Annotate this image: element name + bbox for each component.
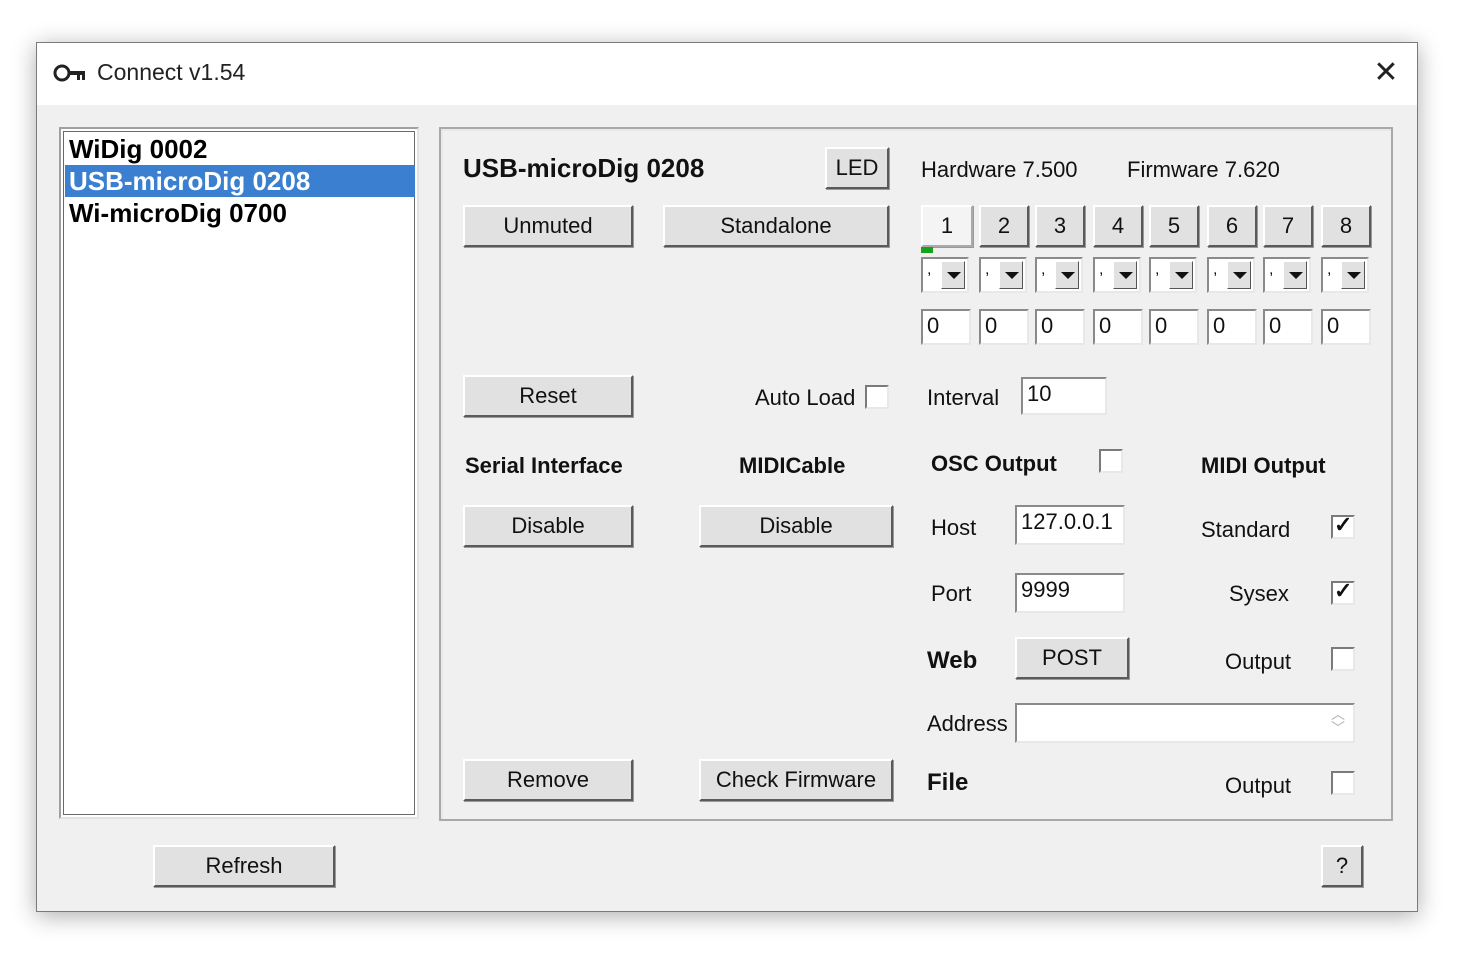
post-button[interactable]: POST xyxy=(1015,637,1129,679)
check-mark-icon: ✓ xyxy=(1334,512,1353,537)
input-type-select-3[interactable]: , xyxy=(1035,257,1083,293)
port-label: Port xyxy=(931,581,972,606)
list-item[interactable]: Wi-microDig 0700 xyxy=(65,197,415,229)
address-field[interactable]: ︿ ﹀ xyxy=(1015,703,1355,743)
osc-output-checkbox[interactable] xyxy=(1099,449,1123,473)
spinner-icon[interactable]: ︿ ﹀ xyxy=(1325,707,1351,739)
serial-interface-heading: Serial Interface xyxy=(465,453,623,478)
list-item-selected[interactable]: USB-microDig 0208 xyxy=(65,165,415,197)
check-mark-icon: ✓ xyxy=(1334,578,1353,603)
unmuted-button[interactable]: Unmuted xyxy=(463,205,633,247)
interval-field[interactable]: 10 xyxy=(1021,377,1107,415)
input-type-select-4[interactable]: , xyxy=(1093,257,1141,293)
standalone-button[interactable]: Standalone xyxy=(663,205,889,247)
chevron-down-icon[interactable] xyxy=(1055,261,1079,289)
interval-label: Interval xyxy=(927,385,1000,410)
file-output-checkbox[interactable] xyxy=(1331,771,1355,795)
input-tab-1[interactable]: 1 xyxy=(921,205,973,247)
chevron-down-icon[interactable] xyxy=(1227,261,1251,289)
device-name: USB-microDig 0208 xyxy=(463,153,705,183)
input-type-select-1[interactable]: , xyxy=(921,257,969,293)
input-tab-2[interactable]: 2 xyxy=(979,205,1029,247)
host-label: Host xyxy=(931,515,977,540)
midi-output-checkbox[interactable] xyxy=(1331,647,1355,671)
input-type-select-7[interactable]: , xyxy=(1263,257,1311,293)
midi-output-heading: MIDI Output xyxy=(1201,453,1326,478)
input-tab-6[interactable]: 6 xyxy=(1207,205,1257,247)
close-icon[interactable]: ✕ xyxy=(1363,51,1409,97)
chevron-down-icon[interactable] xyxy=(1169,261,1193,289)
input-value-field-1[interactable]: 0 xyxy=(921,309,971,345)
check-firmware-button[interactable]: Check Firmware xyxy=(699,759,893,801)
help-button[interactable]: ? xyxy=(1321,845,1363,887)
input-tab-8[interactable]: 8 xyxy=(1321,205,1371,247)
input-value-field-2[interactable]: 0 xyxy=(979,309,1029,345)
sysex-checkbox[interactable]: ✓ xyxy=(1331,578,1355,605)
input-value-field-6[interactable]: 0 xyxy=(1207,309,1257,345)
auto-load-checkbox[interactable] xyxy=(865,385,889,409)
sysex-label: Sysex xyxy=(1229,581,1289,606)
list-item[interactable]: WiDig 0002 xyxy=(65,133,415,165)
remove-button[interactable]: Remove xyxy=(463,759,633,801)
input-value-field-7[interactable]: 0 xyxy=(1263,309,1313,345)
osc-output-heading: OSC Output xyxy=(931,451,1057,476)
chevron-down-icon[interactable] xyxy=(941,261,965,289)
auto-load-label: Auto Load xyxy=(755,385,856,410)
input-type-select-6[interactable]: , xyxy=(1207,257,1255,293)
midi-output-label: Output xyxy=(1225,649,1292,674)
active-indicator xyxy=(921,247,933,253)
reset-button[interactable]: Reset xyxy=(463,375,633,417)
device-settings-panel: USB-microDig 0208 LED Hardware 7.500 Fir… xyxy=(439,127,1393,821)
connect-window: Connect v1.54 ✕ WiDig 0002 USB-microDig … xyxy=(36,42,1418,912)
input-tab-3[interactable]: 3 xyxy=(1035,205,1085,247)
input-tab-4[interactable]: 4 xyxy=(1093,205,1143,247)
chevron-down-icon[interactable] xyxy=(1341,261,1365,289)
input-value-field-4[interactable]: 0 xyxy=(1093,309,1143,345)
window-title: Connect v1.54 xyxy=(97,59,246,85)
input-value-field-8[interactable]: 0 xyxy=(1321,309,1371,345)
input-type-select-8[interactable]: , xyxy=(1321,257,1369,293)
hardware-version: Hardware 7.500 xyxy=(921,157,1078,182)
device-list[interactable]: WiDig 0002 USB-microDig 0208 Wi-microDig… xyxy=(59,127,419,819)
host-field[interactable]: 127.0.0.1 xyxy=(1015,505,1125,545)
led-button[interactable]: LED xyxy=(825,147,889,189)
firmware-version: Firmware 7.620 xyxy=(1127,157,1280,182)
input-value-field-3[interactable]: 0 xyxy=(1035,309,1085,345)
input-tab-7[interactable]: 7 xyxy=(1263,205,1313,247)
chevron-down-icon[interactable] xyxy=(1113,261,1137,289)
port-field[interactable]: 9999 xyxy=(1015,573,1125,613)
address-label: Address xyxy=(927,711,1008,736)
file-output-label: Output xyxy=(1225,773,1292,798)
input-type-select-2[interactable]: , xyxy=(979,257,1027,293)
midicable-heading: MIDICable xyxy=(739,453,846,478)
input-type-select-5[interactable]: , xyxy=(1149,257,1197,293)
chevron-down-icon[interactable] xyxy=(1283,261,1307,289)
web-heading: Web xyxy=(927,647,978,674)
midicable-disable-button[interactable]: Disable xyxy=(699,505,893,547)
standard-checkbox[interactable]: ✓ xyxy=(1331,512,1355,539)
file-heading: File xyxy=(927,769,969,796)
serial-disable-button[interactable]: Disable xyxy=(463,505,633,547)
chevron-down-icon[interactable] xyxy=(999,261,1023,289)
key-icon xyxy=(53,64,85,82)
refresh-button[interactable]: Refresh xyxy=(153,845,335,887)
title-bar[interactable]: Connect v1.54 ✕ xyxy=(37,43,1417,105)
input-tab-5[interactable]: 5 xyxy=(1149,205,1199,247)
input-value-field-5[interactable]: 0 xyxy=(1149,309,1199,345)
standard-label: Standard xyxy=(1201,517,1291,542)
